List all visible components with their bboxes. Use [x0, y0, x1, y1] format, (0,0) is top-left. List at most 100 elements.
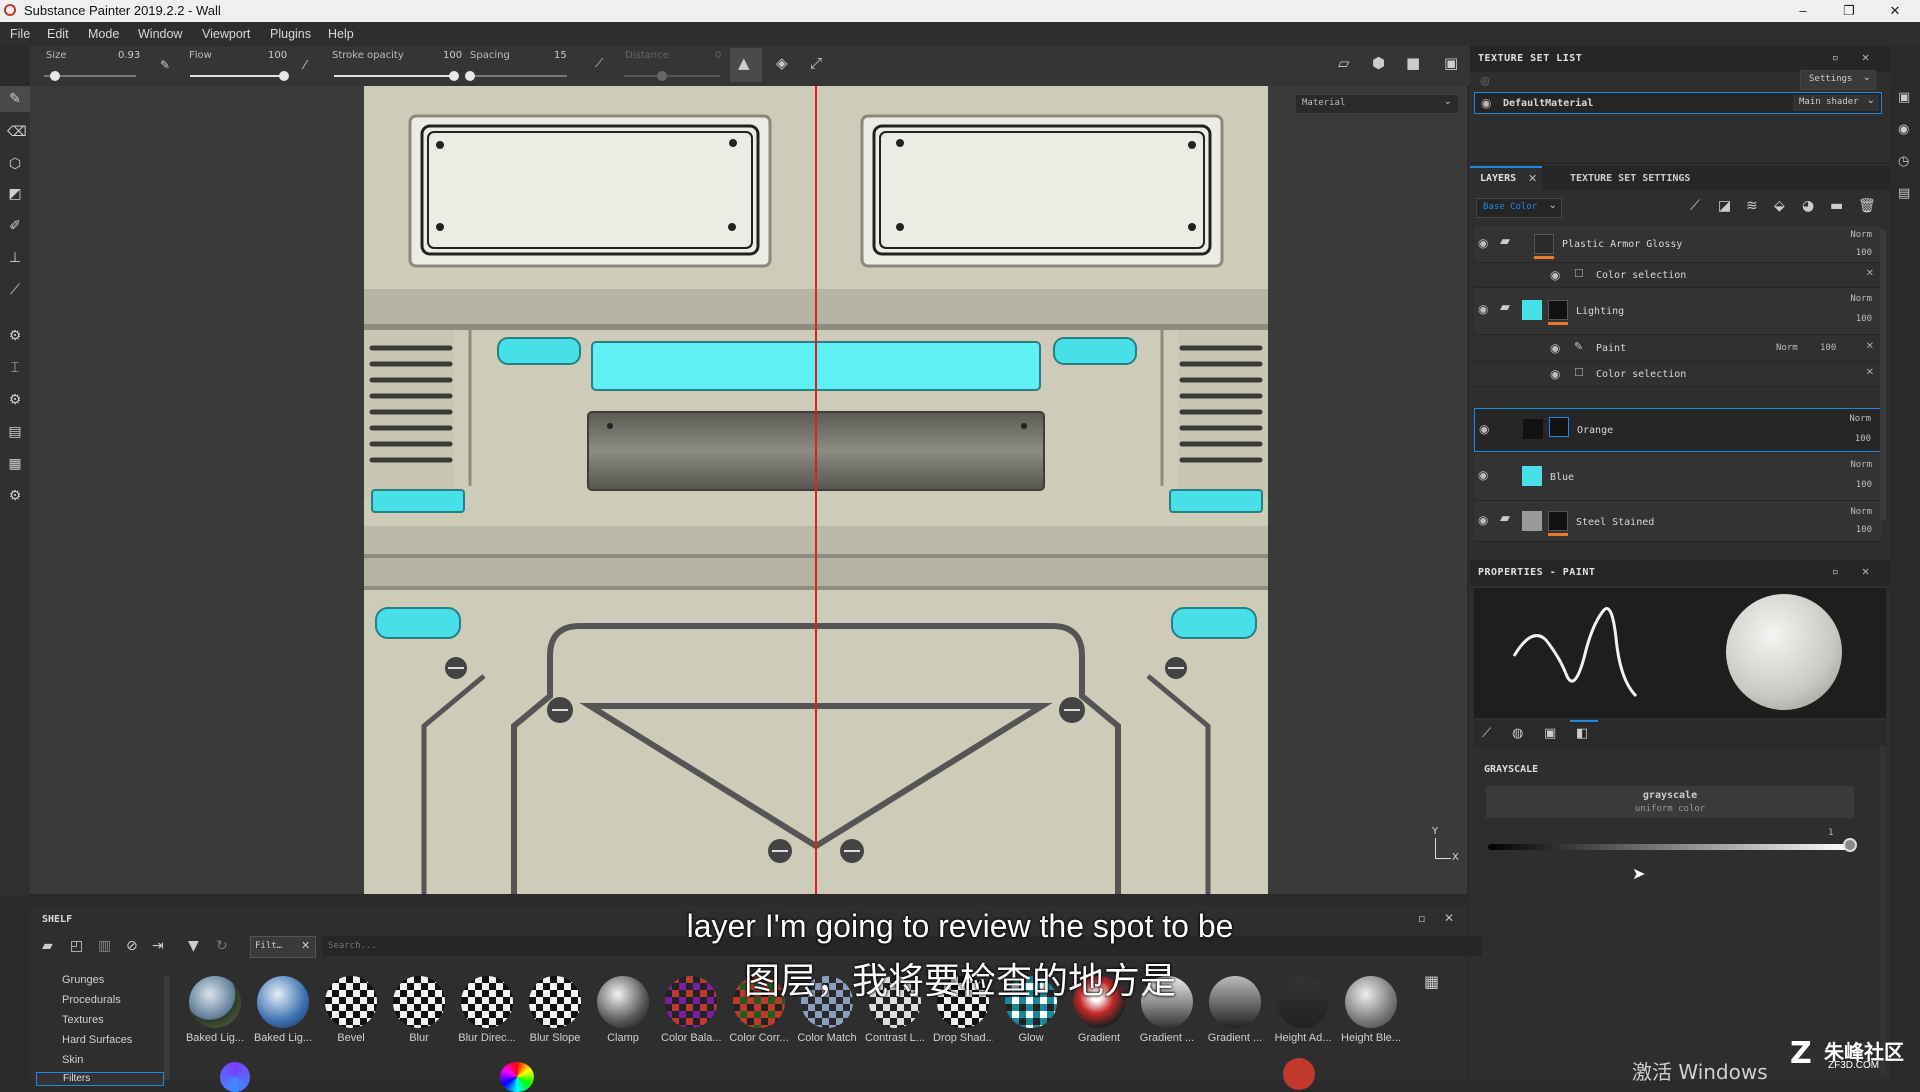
layer-opacity[interactable]: 100 — [1856, 480, 1872, 490]
layer-row[interactable]: ◉ Blue Norm 100 — [1474, 454, 1882, 501]
smudge-icon[interactable]: ✐ — [7, 218, 23, 234]
log-icon[interactable]: ▤ — [1898, 186, 1910, 201]
menu-file[interactable]: File — [10, 27, 30, 41]
delete-layer-icon[interactable]: 🗑 — [1858, 198, 1876, 214]
menu-mode[interactable]: Mode — [88, 27, 119, 41]
blend-mode[interactable]: Norm — [1850, 230, 1872, 240]
view-3d-icon[interactable]: ⬢ — [1372, 54, 1385, 72]
settings-dropdown[interactable]: Settings ⌄ — [1800, 70, 1876, 90]
menu-help[interactable]: Help — [328, 27, 354, 41]
restore-button[interactable]: ❐ — [1826, 0, 1872, 22]
size-slider-handle[interactable] — [50, 71, 60, 81]
paint-brush-icon[interactable]: ✎ — [7, 91, 23, 107]
blend-mode[interactable]: Norm — [1850, 507, 1872, 517]
float-panel-icon[interactable]: ▫ — [1832, 565, 1839, 578]
add-smart-material-icon[interactable]: ◕ — [1802, 198, 1814, 214]
layer-row[interactable]: ◉ ☐ Color selection ✕ — [1474, 362, 1882, 387]
layer-opacity[interactable]: 100 — [1820, 343, 1836, 353]
texture-canvas[interactable] — [364, 86, 1268, 894]
minimize-button[interactable]: – — [1780, 0, 1826, 22]
add-effect-icon[interactable]: ⟋ — [1690, 198, 1700, 214]
grayscale-tab-icon[interactable]: ◧ — [1576, 726, 1588, 741]
photoshop-icon[interactable]: ▤ — [7, 424, 23, 440]
photoshop-mode-icon[interactable]: ⤢ — [810, 54, 822, 72]
resource-partial[interactable] — [500, 1062, 534, 1092]
eye-icon[interactable]: ◉ — [1481, 96, 1491, 110]
blend-mode[interactable]: Norm — [1850, 460, 1872, 470]
visibility-icon[interactable]: ◎ — [1480, 74, 1490, 87]
stroke-opacity-slider-handle[interactable] — [449, 71, 459, 81]
grayscale-resource[interactable]: grayscale uniform color — [1486, 786, 1854, 818]
remove-effect-icon[interactable]: ✕ — [1866, 341, 1874, 352]
mask-thumbnail[interactable] — [1548, 300, 1568, 320]
add-folder-icon[interactable]: ▬ — [1830, 198, 1843, 214]
spacing-slider-track[interactable] — [467, 75, 567, 77]
category-filters-selected[interactable]: Filters — [36, 1072, 164, 1086]
menu-viewport[interactable]: Viewport — [202, 27, 250, 41]
menu-edit[interactable]: Edit — [47, 27, 69, 41]
blend-mode[interactable]: Norm — [1776, 343, 1798, 353]
flow-slider-track[interactable] — [190, 75, 288, 77]
eye-icon[interactable]: ◉ — [1550, 268, 1560, 282]
resource-partial[interactable] — [220, 1062, 250, 1092]
size-value[interactable]: 0.93 — [118, 50, 140, 61]
checkbox-icon[interactable]: ☐ — [1574, 366, 1584, 379]
stencil-tab-icon[interactable]: ▣ — [1544, 726, 1556, 741]
stroke-opacity-value[interactable]: 100 — [443, 50, 462, 61]
eraser-icon[interactable]: ⌫ — [7, 124, 27, 140]
eye-icon[interactable]: ◉ — [1478, 468, 1488, 482]
lazy-mouse-icon[interactable]: ⟋ — [595, 56, 603, 71]
close-tab-icon[interactable]: ✕ — [1528, 172, 1537, 185]
layer-row[interactable]: ◉ ▰ Lighting Norm 100 — [1474, 288, 1882, 335]
projection-icon[interactable]: ⬡ — [7, 156, 23, 172]
view-2d-icon[interactable]: ▱ — [1338, 54, 1350, 72]
eye-icon[interactable]: ◉ — [1478, 513, 1488, 527]
material-dropdown[interactable]: Material ⌄ — [1295, 94, 1459, 114]
mask-thumbnail[interactable] — [1549, 417, 1569, 437]
layers-scrollbar[interactable] — [1880, 230, 1886, 520]
layer-opacity[interactable]: 100 — [1855, 434, 1871, 444]
mask-thumbnail[interactable] — [1534, 234, 1554, 254]
channel-dropdown[interactable]: Base Color ⌄ — [1476, 198, 1562, 218]
stroke-opacity-slider-track[interactable] — [334, 75, 454, 77]
bake-icon[interactable]: ⌶ — [7, 360, 23, 376]
eye-icon[interactable]: ◉ — [1478, 302, 1488, 316]
pen-pressure-icon[interactable]: ✎ — [160, 58, 170, 72]
add-layer-icon[interactable]: ≋ — [1746, 198, 1758, 214]
texture-set-row[interactable]: ◉ DefaultMaterial Main shader ⌄ — [1474, 92, 1882, 114]
screenshot-icon[interactable]: ▣ — [1444, 54, 1458, 72]
brush-tab-icon[interactable]: ⟋ — [1482, 726, 1491, 741]
layer-row[interactable]: ◉ ✎ Paint Norm 100 ✕ — [1474, 335, 1882, 362]
grayscale-slider-handle[interactable] — [1843, 838, 1857, 852]
tab-layers[interactable]: LAYERS ✕ — [1470, 166, 1542, 190]
close-panel-icon[interactable]: ✕ — [1862, 564, 1870, 578]
shader-settings-icon[interactable]: ◉ — [1898, 122, 1909, 137]
blend-mode[interactable]: Norm — [1849, 414, 1871, 424]
polygon-fill-icon[interactable]: ◩ — [7, 186, 23, 202]
grayscale-slider-track[interactable] — [1488, 844, 1850, 850]
settings-gear-icon[interactable]: ⚙ — [7, 392, 23, 408]
eye-icon[interactable]: ◉ — [1478, 236, 1488, 250]
mask-thumbnail[interactable] — [1548, 511, 1568, 531]
category-hard-surfaces[interactable]: Hard Surfaces — [62, 1034, 132, 1046]
add-mask-icon[interactable]: ◪ — [1718, 198, 1731, 214]
menu-window[interactable]: Window — [138, 27, 182, 41]
category-textures[interactable]: Textures — [62, 1014, 104, 1026]
flow-pressure-icon[interactable]: ⁄ — [304, 58, 306, 72]
plugin-icon[interactable]: ⚙ — [7, 488, 23, 504]
flow-slider-handle[interactable] — [279, 71, 289, 81]
eye-icon[interactable]: ◉ — [1550, 367, 1560, 381]
clone-stamp-icon[interactable]: ⊥ — [7, 250, 23, 266]
remove-effect-icon[interactable]: ✕ — [1866, 268, 1874, 279]
close-button[interactable]: ✕ — [1872, 0, 1918, 22]
close-panel-icon[interactable]: ✕ — [1862, 50, 1870, 64]
checkbox-icon[interactable]: ☐ — [1574, 267, 1584, 280]
eye-icon[interactable]: ◉ — [1479, 422, 1489, 436]
history-icon[interactable]: ◷ — [1898, 154, 1909, 169]
symmetry-settings-icon[interactable]: ◈ — [776, 54, 788, 72]
layer-row[interactable]: ◉ ☐ Color selection ✕ — [1474, 263, 1882, 288]
physical-paint-icon[interactable]: ⚙ — [7, 328, 23, 344]
spacing-value[interactable]: 15 — [554, 50, 567, 61]
category-skin[interactable]: Skin — [62, 1054, 83, 1066]
flow-value[interactable]: 100 — [268, 50, 287, 61]
